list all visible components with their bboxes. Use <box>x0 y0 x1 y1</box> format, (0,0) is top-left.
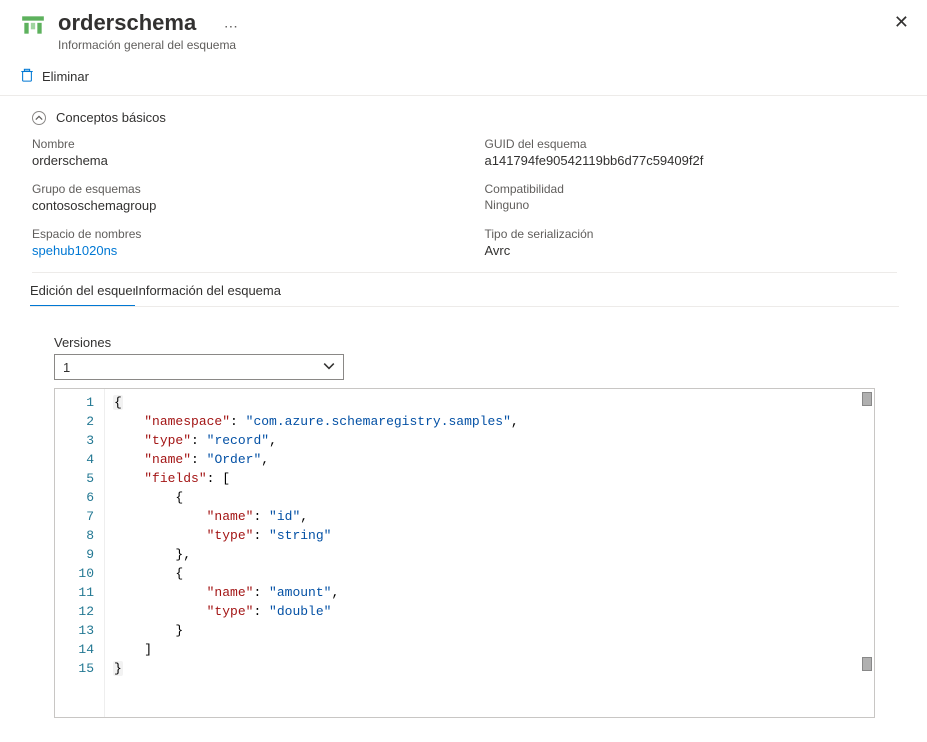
delete-button[interactable]: Eliminar <box>20 68 89 85</box>
field-value: Avrc <box>485 243 898 258</box>
field-value: a141794fe90542119bb6d77c59409f2f <box>485 153 898 168</box>
close-button[interactable]: ✕ <box>894 12 909 33</box>
field-label: Grupo de esquemas <box>32 182 445 196</box>
delete-label: Eliminar <box>42 69 89 84</box>
field-value: Ninguno <box>485 198 898 212</box>
schema-icon <box>20 12 46 38</box>
chevron-up-icon <box>32 111 46 125</box>
tab-edit-schema[interactable]: Edición del esquema <box>30 273 135 306</box>
page-subtitle: Información general del esquema <box>58 38 907 52</box>
code-area[interactable]: { "namespace": "com.azure.schemaregistry… <box>105 389 874 717</box>
tabs: Edición del esquema Información del esqu… <box>30 273 899 307</box>
code-line: "type": "record", <box>113 431 866 450</box>
basics-title: Conceptos básicos <box>56 110 166 125</box>
version-select[interactable]: 1 <box>54 354 344 380</box>
version-selected: 1 <box>63 360 70 375</box>
field-group: Grupo de esquemas contososchemagroup <box>32 182 445 213</box>
field-serialization: Tipo de serialización Avrc <box>485 227 898 258</box>
page-title: orderschema <box>58 10 196 35</box>
field-label: Compatibilidad <box>485 182 898 196</box>
field-compat: Compatibilidad Ninguno <box>485 182 898 213</box>
field-guid: GUID del esquema a141794fe90542119bb6d77… <box>485 137 898 168</box>
field-label: GUID del esquema <box>485 137 898 151</box>
basics-toggle[interactable]: Conceptos básicos <box>32 110 897 125</box>
field-name: Nombre orderschema <box>32 137 445 168</box>
field-namespace: Espacio de nombres spehub1020ns <box>32 227 445 258</box>
field-label: Espacio de nombres <box>32 227 445 241</box>
code-line: { <box>113 488 866 507</box>
code-line: "namespace": "com.azure.schemaregistry.s… <box>113 412 866 431</box>
code-line: "name": "amount", <box>113 583 866 602</box>
versions-label: Versiones <box>54 335 897 350</box>
field-label: Tipo de serialización <box>485 227 898 241</box>
code-line: "type": "string" <box>113 526 866 545</box>
basics-grid: Nombre orderschema GUID del esquema a141… <box>32 137 897 258</box>
code-editor[interactable]: 123456789101112131415 { "namespace": "co… <box>54 388 875 718</box>
close-icon: ✕ <box>894 12 909 32</box>
line-gutter: 123456789101112131415 <box>55 389 105 717</box>
code-line: ] <box>113 640 866 659</box>
chevron-down-icon <box>323 360 335 375</box>
scroll-marker <box>862 392 872 406</box>
code-line: { <box>113 393 866 412</box>
more-icon[interactable]: ⋯ <box>224 18 240 34</box>
tab-info-schema[interactable]: Información del esquema <box>135 273 240 306</box>
scroll-marker <box>862 657 872 671</box>
trash-icon <box>20 68 34 85</box>
namespace-link[interactable]: spehub1020ns <box>32 243 445 258</box>
code-line: "name": "id", <box>113 507 866 526</box>
code-line: }, <box>113 545 866 564</box>
code-line: { <box>113 564 866 583</box>
code-line: "fields": [ <box>113 469 866 488</box>
code-line: "type": "double" <box>113 602 866 621</box>
field-value: orderschema <box>32 153 445 168</box>
field-label: Nombre <box>32 137 445 151</box>
code-line: } <box>113 621 866 640</box>
code-line: } <box>113 659 866 678</box>
toolbar: Eliminar <box>0 60 927 96</box>
panel-header: orderschema ⋯ Información general del es… <box>0 0 927 60</box>
code-line: "name": "Order", <box>113 450 866 469</box>
field-value: contososchemagroup <box>32 198 445 213</box>
